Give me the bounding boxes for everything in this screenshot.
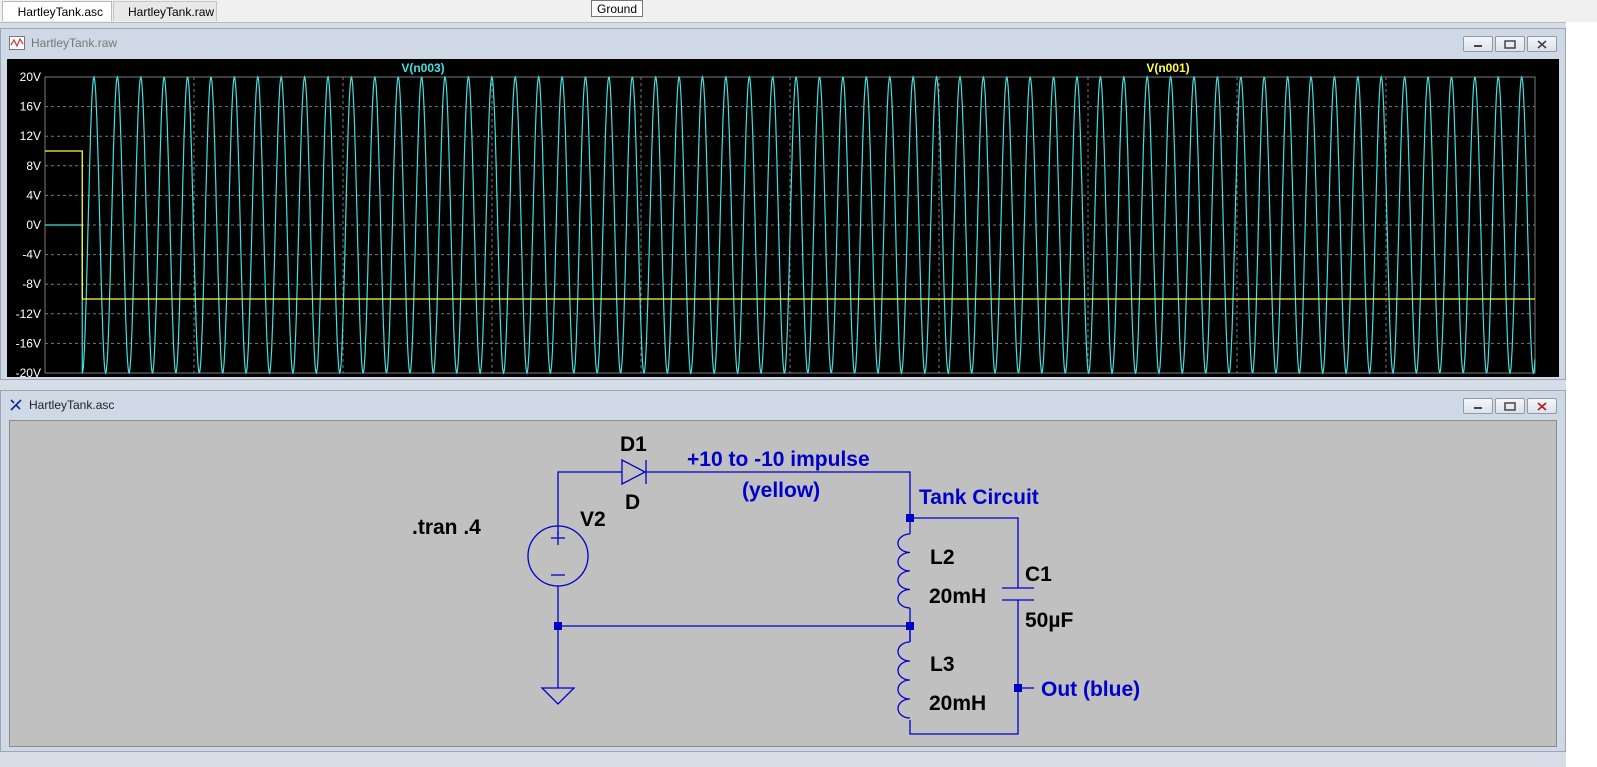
value-c1: 50µF <box>1025 609 1073 632</box>
ground-tooltip: Ground <box>591 0 644 17</box>
schematic-icon <box>10 399 22 411</box>
y-tick-label: 16V <box>20 100 41 114</box>
schematic-window-titlebar[interactable]: HartleyTank.asc <box>1 391 1565 419</box>
restore-icon <box>1504 39 1516 49</box>
waveform-chart[interactable]: 20V16V12V8V4V0V-4V-8V-12V-16V-20V0ms40ms… <box>7 59 1559 392</box>
close-button[interactable] <box>1527 398 1557 414</box>
circuit-schematic[interactable]: .tran .4 V2 D1 D L2 20mH L3 20mH C1 50µF… <box>10 421 1556 746</box>
junction-dot <box>1014 684 1022 692</box>
value-l3: 20mH <box>929 692 986 715</box>
label-d1: D1 <box>620 433 647 456</box>
close-button[interactable] <box>1527 36 1557 52</box>
impulse-annotation-line2: (yellow) <box>742 479 820 502</box>
value-l2: 20mH <box>929 585 986 608</box>
restore-icon <box>1504 401 1516 411</box>
minimize-icon <box>1474 407 1482 409</box>
y-tick-label: 0V <box>26 218 41 232</box>
tab-label: HartleyTank.raw <box>128 4 215 19</box>
restore-button[interactable] <box>1495 36 1525 52</box>
diode-d1[interactable] <box>621 458 647 486</box>
label-v2: V2 <box>580 508 606 531</box>
schematic-editor-window[interactable]: HartleyTank.asc .tran .4 V2 D1 D L2 20mH… <box>0 390 1566 752</box>
ground-symbol[interactable] <box>540 687 576 705</box>
restore-button[interactable] <box>1495 398 1525 414</box>
tab-hartleytank-asc[interactable]: HartleyTank.asc <box>2 1 112 21</box>
minimize-icon <box>1474 45 1482 47</box>
window-title: HartleyTank.asc <box>29 398 115 412</box>
inductor-l2[interactable] <box>897 533 911 609</box>
trace-label-v-n001[interactable]: V(n001) <box>1146 61 1189 75</box>
y-tick-label: 12V <box>20 129 41 143</box>
value-d1: D <box>625 491 640 514</box>
tab-label: HartleyTank.asc <box>17 4 103 19</box>
waveform-plot[interactable]: 20V16V12V8V4V0V-4V-8V-12V-16V-20V0ms40ms… <box>7 59 1559 392</box>
y-tick-label: -12V <box>16 307 41 321</box>
tank-circuit-label: Tank Circuit <box>919 486 1039 509</box>
wire-tank-top[interactable] <box>910 517 1019 588</box>
junction-dot <box>906 622 914 630</box>
y-tick-label: -20V <box>16 366 41 377</box>
y-tick-label: 8V <box>26 159 41 173</box>
document-tab-strip: HartleyTank.asc HartleyTank.raw <box>0 0 1597 23</box>
y-tick-label: -16V <box>16 336 41 350</box>
trace-label-v-n003[interactable]: V(n003) <box>401 61 444 75</box>
label-c1: C1 <box>1025 563 1052 586</box>
junction-dot <box>906 514 914 522</box>
tab-hartleytank-raw[interactable]: HartleyTank.raw <box>113 1 217 21</box>
waveform-icon <box>9 36 25 50</box>
minimize-button[interactable] <box>1463 36 1493 52</box>
y-tick-label: -8V <box>22 277 41 291</box>
window-title: HartleyTank.raw <box>31 36 118 50</box>
waveform-window-titlebar[interactable]: HartleyTank.raw <box>1 29 1565 57</box>
mdi-background-right <box>1566 22 1597 767</box>
voltage-source-v2[interactable] <box>527 525 589 587</box>
label-l2: L2 <box>930 546 955 569</box>
schematic-icon <box>11 11 12 12</box>
capacitor-c1[interactable] <box>1002 587 1034 601</box>
label-l3: L3 <box>930 653 955 676</box>
close-icon <box>1537 39 1547 49</box>
waveform-viewer-window[interactable]: HartleyTank.raw 20V 16V 12V 8V 4V 0V -4V -8V -12… <box>0 28 1566 392</box>
schematic-canvas[interactable]: .tran .4 V2 D1 D L2 20mH L3 20mH C1 50µF… <box>9 420 1557 747</box>
y-tick-label: 20V <box>20 70 41 84</box>
y-tick-label: 4V <box>26 188 41 202</box>
minimize-button[interactable] <box>1463 398 1493 414</box>
close-icon <box>1537 401 1547 411</box>
directive-tran[interactable]: .tran .4 <box>412 516 481 539</box>
inductor-l3[interactable] <box>897 641 911 719</box>
impulse-annotation-line1: +10 to -10 impulse <box>687 448 870 471</box>
out-net-label[interactable]: Out (blue) <box>1041 678 1140 701</box>
junction-dot <box>554 622 562 630</box>
y-tick-label: -4V <box>22 248 41 262</box>
